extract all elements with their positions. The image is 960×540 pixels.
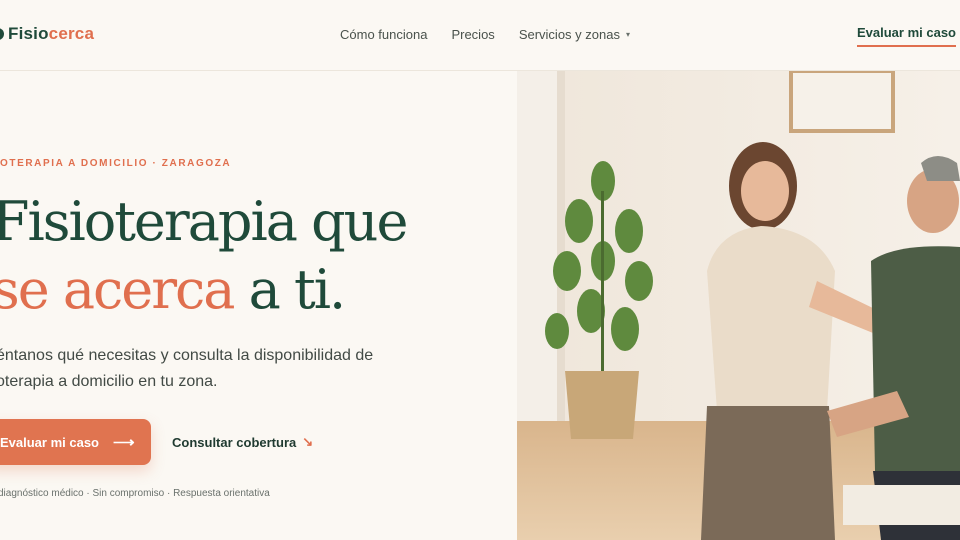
site-header: Fisiocerca Cómo funciona Precios Servici… bbox=[0, 0, 960, 71]
main-nav: Cómo funciona Precios Servicios y zonas ▾ bbox=[340, 27, 630, 42]
lead-line2: oterapia a domicilio en tu zona. bbox=[0, 373, 218, 390]
nav-item-label: Servicios y zonas bbox=[518, 27, 620, 42]
nav-item-como-funciona[interactable]: Cómo funciona bbox=[340, 27, 427, 42]
nav-item-servicios-zonas[interactable]: Servicios y zonas ▾ bbox=[519, 27, 630, 42]
nav-item-label: Cómo funciona bbox=[340, 27, 428, 42]
check-coverage-label: Consultar cobertura bbox=[172, 434, 297, 450]
brand-name-part2: cerca bbox=[48, 24, 95, 43]
headline-line1: Fisioterapia que bbox=[0, 190, 408, 253]
evaluate-case-button[interactable]: Evaluar mi caso ⟶ bbox=[0, 419, 151, 465]
brand-logo[interactable]: Fisiocerca bbox=[0, 24, 94, 44]
hero-photo bbox=[517, 71, 960, 540]
chevron-down-icon: ▾ bbox=[625, 30, 630, 39]
header-evaluate-button[interactable]: Evaluar mi caso bbox=[857, 25, 956, 47]
nav-item-label: Precios bbox=[451, 27, 495, 42]
lead-line1: éntanos qué necesitas y consulta la disp… bbox=[0, 347, 374, 364]
hero-lead: éntanos qué necesitas y consulta la disp… bbox=[0, 343, 446, 395]
arrow-down-right-icon: ↘ bbox=[302, 434, 314, 449]
brand-name-part1: Fisio bbox=[8, 24, 49, 43]
photo-physio-home-visit bbox=[517, 71, 960, 540]
evaluate-case-label: Evaluar mi caso bbox=[0, 434, 99, 450]
brand-name: Fisiocerca bbox=[8, 24, 94, 44]
headline-rest: a ti. bbox=[233, 258, 347, 321]
hero-eyebrow: OTERAPIA A DOMICILIO · ZARAGOZA bbox=[0, 158, 232, 169]
nav-item-precios[interactable]: Precios bbox=[451, 27, 494, 42]
leaf-logo-icon bbox=[0, 28, 4, 40]
trust-line: diagnóstico médico · Sin compromiso · Re… bbox=[0, 488, 270, 499]
headline-accent: se acerca bbox=[0, 258, 235, 321]
check-coverage-link[interactable]: Consultar cobertura ↘ bbox=[172, 434, 313, 450]
hero-headline: Fisioterapia que se acerca a ti. bbox=[0, 188, 408, 324]
arrow-right-icon: ⟶ bbox=[113, 434, 135, 451]
